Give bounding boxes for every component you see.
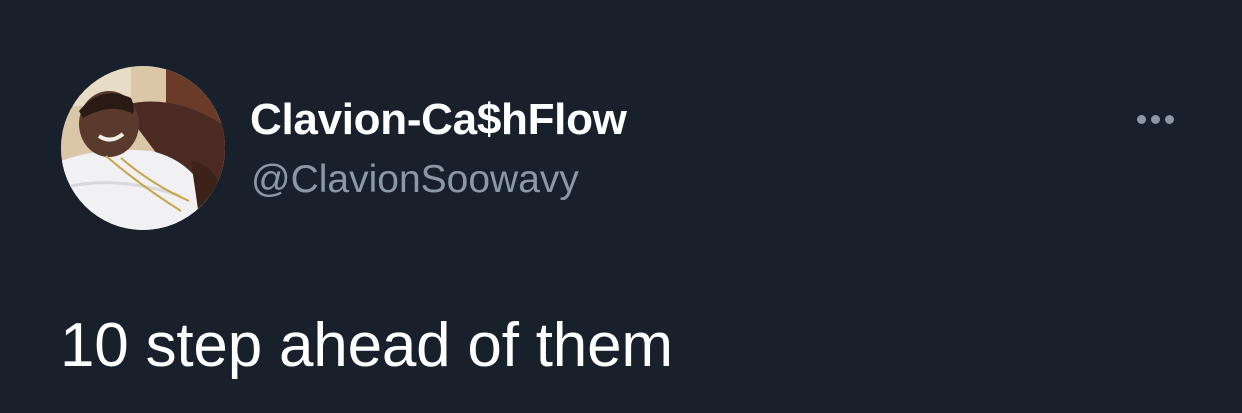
author-handle[interactable]: @ClavionSoowavy — [251, 158, 579, 202]
more-horizontal-icon-dot — [1150, 114, 1160, 124]
more-horizontal-icon-dot — [1164, 114, 1174, 124]
more-options-button[interactable] — [1128, 104, 1182, 134]
profile-photo-icon — [61, 66, 225, 230]
avatar[interactable] — [61, 66, 225, 230]
more-horizontal-icon — [1136, 114, 1146, 124]
tweet-card: Clavion-Ca$hFlow @ClavionSoowavy 10 step… — [0, 0, 1242, 413]
tweet-text: 10 step ahead of them — [60, 311, 673, 380]
author-display-name[interactable]: Clavion-Ca$hFlow — [250, 96, 627, 144]
